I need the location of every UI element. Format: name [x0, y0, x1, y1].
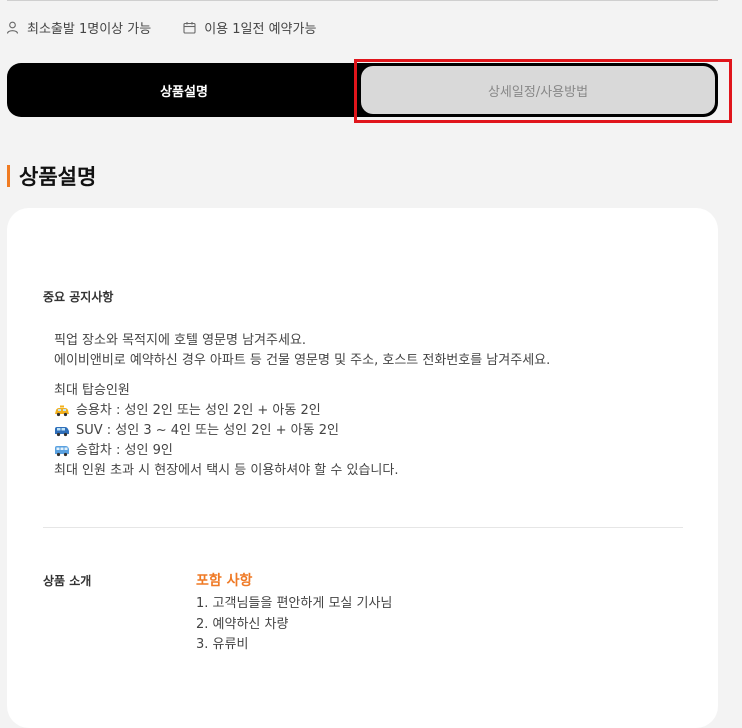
notice-line: 에이비앤비로 예약하신 경우 아파트 등 건물 영문명 및 주소, 호스트 전화…: [54, 353, 551, 368]
list-item: 1. 고객님들을 편안하게 모실 기사님: [196, 596, 393, 611]
section-accent-bar: [7, 165, 10, 187]
notice-line: 픽업 장소와 목적지에 호텔 영문명 남겨주세요.: [54, 333, 307, 348]
vehicle-text: SUV : 성인 3 ~ 4인 또는 성인 2인 + 아동 2인: [76, 423, 339, 438]
tab-product-description[interactable]: 상품설명: [7, 63, 361, 117]
min-departure-text: 최소출발 1명이상 가능: [27, 22, 152, 37]
calendar-icon: [183, 22, 196, 34]
tab-schedule-usage[interactable]: 상세일정/사용방법: [361, 66, 715, 114]
vehicle-item: SUV : 성인 3 ~ 4인 또는 성인 2인 + 아동 2인: [54, 421, 550, 441]
vehicle-item: 승용차 : 성인 2인 또는 성인 2인 + 아동 2인: [54, 401, 550, 421]
van-icon: [55, 446, 69, 457]
booking-text: 이용 1일전 예약가능: [204, 22, 317, 37]
include-title: 포함 사항: [196, 573, 253, 589]
card-divider: [43, 527, 683, 528]
notice-body: 픽업 장소와 목적지에 호텔 영문명 남겨주세요. 에이비앤비로 예약하신 경우…: [54, 331, 550, 481]
vehicle-text: 승합차 : 성인 9인: [76, 443, 173, 458]
tab-bar: 상품설명 상세일정/사용방법: [7, 63, 718, 117]
booking-info: 이용 1일전 예약가능: [183, 18, 316, 37]
vehicle-text: 승용차 : 성인 2인 또는 성인 2인 + 아동 2인: [76, 403, 321, 418]
vehicle-item: 승합차 : 성인 9인: [54, 441, 550, 461]
person-icon: [6, 21, 19, 34]
taxi-icon: [55, 405, 69, 417]
min-departure-info: 최소출발 1명이상 가능: [6, 18, 151, 37]
list-item: 2. 예약하신 차량: [196, 616, 289, 632]
suv-icon: [55, 427, 69, 437]
top-divider: [7, 0, 718, 1]
product-description-card: 중요 공지사항 픽업 장소와 목적지에 호텔 영문명 남겨주세요. 에이비앤비로…: [7, 208, 718, 728]
notice-footer: 최대 인원 초과 시 현장에서 택시 등 이용하셔야 할 수 있습니다.: [54, 463, 399, 478]
notice-label: 중요 공지사항: [43, 290, 114, 304]
list-item: 3. 유류비: [196, 637, 249, 652]
section-header: 상품설명: [7, 161, 96, 191]
intro-label: 상품 소개: [43, 574, 92, 588]
product-info-row: 최소출발 1명이상 가능 이용 1일전 예약가능: [6, 18, 348, 37]
include-list: 1. 고객님들을 편안하게 모실 기사님 2. 예약하신 차량 3. 유류비: [196, 594, 392, 656]
section-title: 상품설명: [19, 165, 97, 189]
capacity-title: 최대 탑승인원: [54, 383, 130, 398]
